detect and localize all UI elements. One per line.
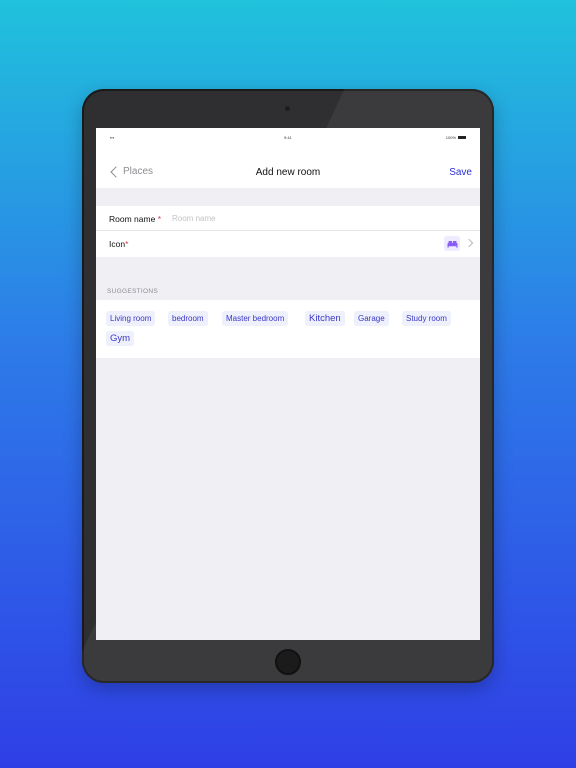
chevron-right-icon <box>464 238 474 248</box>
home-button[interactable] <box>275 649 301 675</box>
navigation-bar: Places Add new room Save <box>96 146 480 188</box>
status-time: 9:41 <box>284 135 292 140</box>
save-button[interactable]: Save <box>449 167 472 178</box>
suggestion-chip-living-room[interactable]: Living room <box>106 311 156 326</box>
page-title: Add new room <box>255 167 321 178</box>
room-name-input[interactable] <box>172 211 462 226</box>
suggestions-header: SUGGESTIONS <box>107 288 158 295</box>
room-form: Room name * Icon* <box>96 206 480 257</box>
suggestion-chip-study-room[interactable]: Study room <box>402 311 451 326</box>
required-mark: * <box>157 214 161 224</box>
app-screen: ▪▪▪ 9:41 100% Places Add new room Save R… <box>96 128 480 640</box>
suggestions-list: Living room bedroom Master bedroom Kitch… <box>96 300 480 358</box>
status-bar: ▪▪▪ 9:41 100% <box>96 128 480 146</box>
suggestion-chip-master-bedroom[interactable]: Master bedroom <box>222 311 289 326</box>
selected-icon-preview[interactable] <box>444 236 460 251</box>
required-mark: * <box>125 239 129 249</box>
suggestion-chip-bedroom[interactable]: bedroom <box>168 311 208 326</box>
room-name-row: Room name * <box>96 206 480 231</box>
signal-icon: ▪▪▪ <box>110 135 115 140</box>
room-name-label: Room name * <box>109 214 161 224</box>
battery-icon <box>458 136 466 140</box>
battery-indicator: 100% <box>446 135 466 140</box>
icon-row[interactable]: Icon* <box>96 231 480 256</box>
suggestion-chip-gym[interactable]: Gym <box>106 331 135 346</box>
suggestion-chip-garage[interactable]: Garage <box>354 311 389 326</box>
suggestion-chip-kitchen[interactable]: Kitchen <box>305 311 345 326</box>
battery-percent: 100% <box>445 135 456 140</box>
icon-label: Icon* <box>109 239 129 249</box>
front-camera <box>285 106 290 111</box>
bed-icon <box>447 240 457 248</box>
